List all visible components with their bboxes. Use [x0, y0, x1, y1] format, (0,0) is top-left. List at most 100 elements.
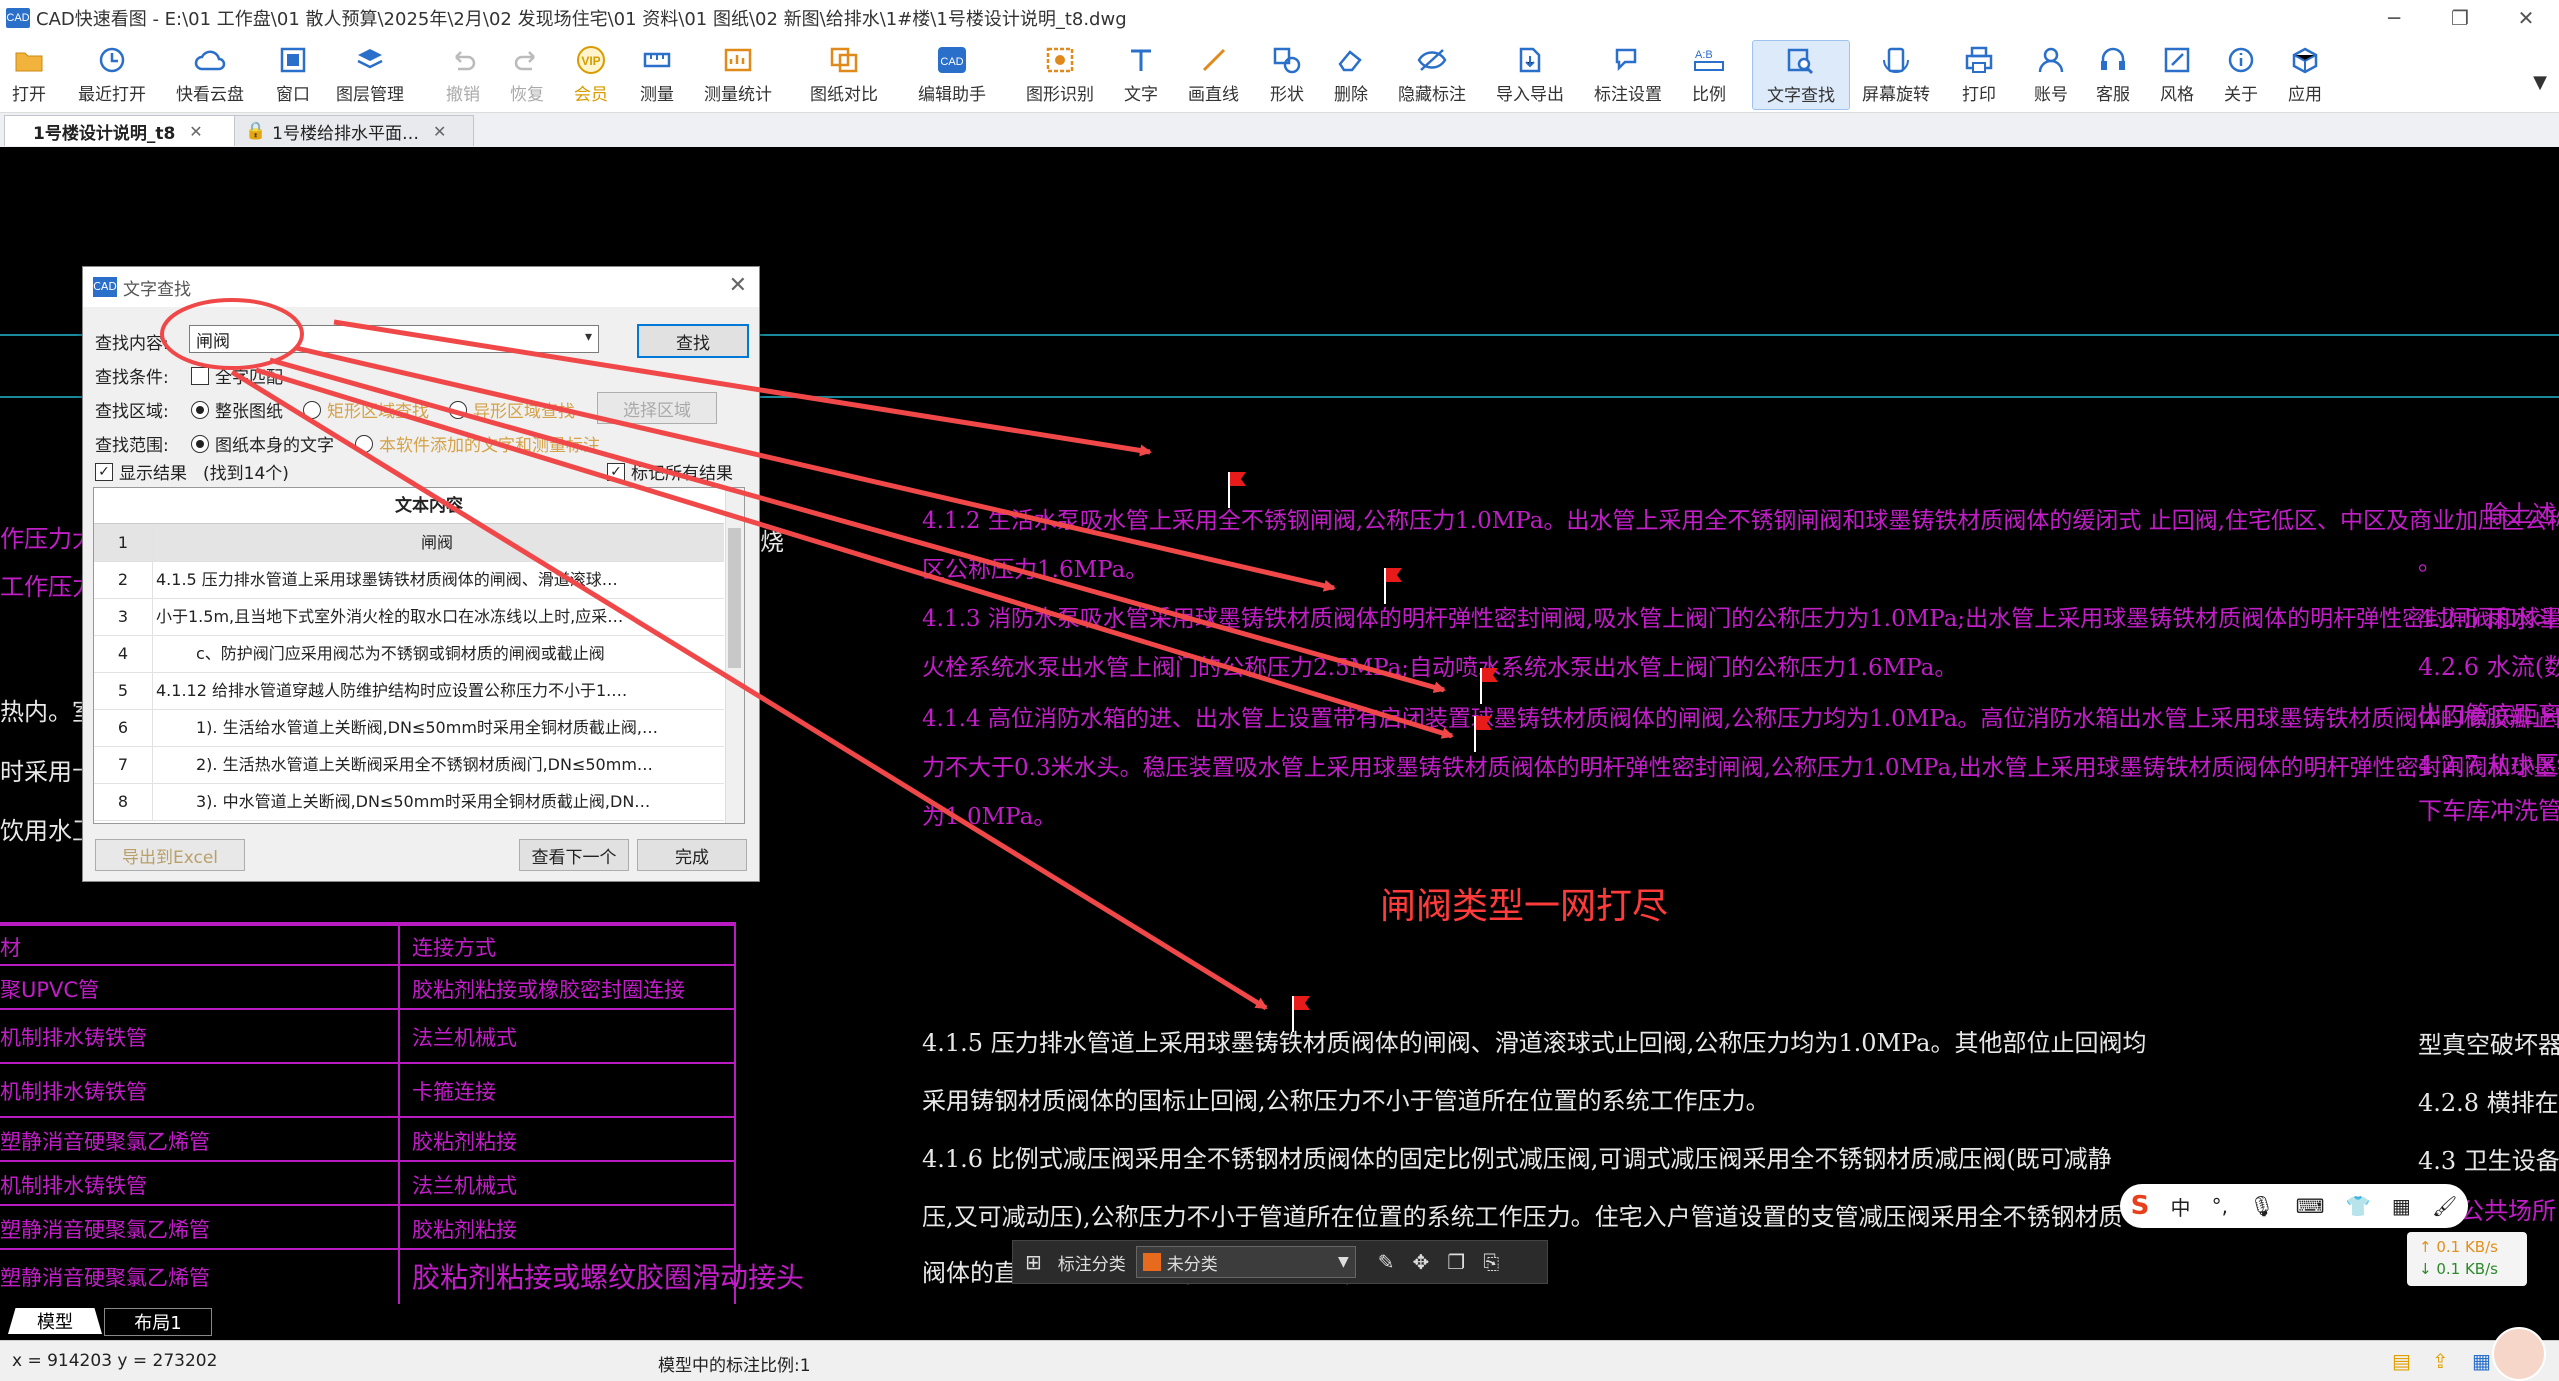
punctuation-icon[interactable]: °,: [2212, 1194, 2228, 1218]
layer-manager-button[interactable]: 图层管理: [336, 40, 404, 108]
results-scrollbar[interactable]: [725, 488, 744, 823]
annotation-settings-button[interactable]: 标注设置: [1594, 40, 1662, 108]
chevron-down-icon[interactable]: ▾: [585, 329, 592, 345]
copy-icon[interactable]: ❐: [1447, 1250, 1465, 1274]
find-button[interactable]: 查找: [637, 324, 749, 358]
category-select[interactable]: 未分类 ▼: [1135, 1246, 1356, 1278]
result-flag-icon[interactable]: [1226, 470, 1248, 510]
draw-line-button[interactable]: 画直线: [1188, 40, 1239, 108]
shape-button[interactable]: 形状: [1270, 40, 1304, 108]
show-results-checkbox[interactable]: ✓ 显示结果 (找到14个): [95, 459, 289, 484]
table-row[interactable]: 8 3). 中水管道上关断阀,DN≤50mm时采用全铜材质截止阀,DN…: [94, 783, 724, 821]
table-row[interactable]: 3 小于1.5m,且当地下式室外消火栓的取水口在冰冻线以上时,应采…: [94, 598, 724, 636]
keyboard-icon[interactable]: ⌨: [2296, 1194, 2325, 1218]
full-match-checkbox[interactable]: 全字匹配: [191, 363, 283, 388]
annotation-text: 闸阀类型一网打尽: [1380, 886, 1669, 927]
move-icon[interactable]: ✥: [1413, 1250, 1430, 1274]
table-row[interactable]: 1 闸阀: [94, 524, 724, 562]
edit-assistant-button[interactable]: CAD 编辑助手: [918, 40, 986, 108]
dialog-titlebar[interactable]: CAD 文字查找 ✕: [83, 267, 759, 307]
tab-model[interactable]: 模型: [8, 1308, 102, 1334]
area-irregular-radio[interactable]: 异形区域查找: [449, 397, 575, 422]
maximize-icon[interactable]: ❐: [2427, 0, 2493, 36]
close-icon[interactable]: ✕: [729, 273, 747, 298]
style-button[interactable]: 风格: [2160, 40, 2194, 108]
tab-close-icon[interactable]: ✕: [433, 122, 446, 141]
select-area-button[interactable]: 选择区域: [597, 392, 717, 424]
import-export-button[interactable]: 导入导出: [1496, 40, 1564, 108]
table-row[interactable]: 7 2). 生活热水管道上关断阀采用全不锈钢材质阀门,DN≤50mm…: [94, 746, 724, 784]
annotation-category-bar: ⊞ 标注分类 未分类 ▼ ✎ ✥ ❐ ⎘: [1012, 1240, 1548, 1284]
minimize-icon[interactable]: ─: [2361, 0, 2427, 36]
grid-toggle-icon[interactable]: ▦: [2472, 1349, 2491, 1373]
tab-layout1[interactable]: 布局1: [104, 1308, 212, 1336]
scope-drawing-radio[interactable]: 图纸本身的文字: [191, 431, 334, 456]
tab-close-icon[interactable]: ✕: [189, 122, 202, 141]
vip-button[interactable]: VIP 会员: [574, 40, 608, 108]
text-button[interactable]: 文字: [1124, 40, 1158, 108]
measure-icon: [640, 44, 674, 76]
apps-button[interactable]: 应用: [2288, 40, 2322, 108]
hide-annotation-button[interactable]: 隐藏标注: [1398, 40, 1466, 108]
text-search-dialog: CAD 文字查找 ✕ 查找内容: 闸阀 ▾ 查找 查找条件: 全字匹配 查找区域…: [82, 266, 760, 882]
close-icon[interactable]: ✕: [2493, 0, 2559, 36]
drawing-text: 4.2.6 水流(数: [2418, 653, 2559, 681]
shape-icon: [1270, 44, 1304, 76]
recent-button[interactable]: 最近打开: [78, 40, 146, 108]
area-rect-radio[interactable]: 矩形区域查找: [303, 397, 429, 422]
cloud-button[interactable]: 快看云盘: [176, 40, 244, 108]
delete-button[interactable]: 删除: [1334, 40, 1368, 108]
sogou-logo-icon[interactable]: S: [2131, 1191, 2150, 1221]
ime-mode[interactable]: 中: [2170, 1192, 2190, 1221]
brush-icon[interactable]: 🖌: [2432, 1194, 2457, 1218]
toolbar-overflow-icon[interactable]: ▼: [2533, 72, 2547, 93]
tab-design-notes[interactable]: 1号楼设计说明_t8 ✕: [4, 115, 238, 146]
annotation-scale: 模型中的标注比例:1: [658, 1356, 811, 1376]
result-flag-icon[interactable]: [1478, 666, 1500, 706]
rotate-screen-icon: [1879, 44, 1913, 76]
table-row[interactable]: 2 4.1.5 压力排水管道上采用球墨铸铁材质阀体的闸阀、滑道滚球…: [94, 561, 724, 599]
export-excel-button[interactable]: 导出到Excel: [95, 839, 245, 871]
redo-button[interactable]: 恢复: [510, 40, 544, 108]
export-icon[interactable]: ⇪: [2432, 1349, 2449, 1373]
results-grid[interactable]: 文本内容 1 闸阀 2 4.1.5 压力排水管道上采用球墨铸铁材质阀体的闸阀、滑道滚…: [93, 487, 745, 824]
next-result-button[interactable]: 查看下一个: [519, 839, 629, 871]
shape-recognize-button[interactable]: 图形识别: [1026, 40, 1094, 108]
open-button[interactable]: 打开: [12, 40, 46, 108]
about-button[interactable]: 关于: [2224, 40, 2258, 108]
table-row: 聚UPVC管 胶粘剂粘接或橡胶密封圈连接: [0, 964, 736, 1010]
table-row[interactable]: 4 c、防护阀门应采用阀芯为不锈钢或铜材质的闸阀或截止阀: [94, 635, 724, 673]
scale-button[interactable]: A:B 比例: [1692, 40, 1726, 108]
search-input[interactable]: 闸阀 ▾: [189, 325, 599, 353]
avatar[interactable]: [2492, 1327, 2546, 1381]
scope-added-radio[interactable]: 本软件添加的文字和测量标注: [355, 431, 600, 456]
result-flag-icon[interactable]: [1382, 566, 1404, 606]
window-button[interactable]: 窗口: [276, 40, 310, 108]
area-whole-radio[interactable]: 整张图纸: [191, 397, 283, 422]
support-button[interactable]: 客服: [2096, 40, 2130, 108]
result-flag-icon[interactable]: [1290, 994, 1312, 1034]
microphone-icon[interactable]: 🎙: [2249, 1194, 2274, 1218]
table-row[interactable]: 5 4.1.12 给排水管道穿越人防维护结构时应设置公称压力不小于1.…: [94, 672, 724, 710]
text-search-button[interactable]: 文字查找: [1752, 40, 1850, 110]
undo-button[interactable]: 撤销: [446, 40, 480, 108]
skin-icon[interactable]: 👕: [2346, 1194, 2371, 1218]
drawing-text: 4.3 卫生设备: [2418, 1147, 2559, 1175]
lock-icon: 🔒: [245, 121, 267, 141]
toolbox-icon[interactable]: ▦: [2392, 1194, 2411, 1218]
measure-stats-button[interactable]: 测量统计: [704, 40, 772, 108]
done-button[interactable]: 完成: [637, 839, 747, 871]
rotate-screen-button[interactable]: 屏幕旋转: [1862, 40, 1930, 108]
grid-icon[interactable]: ⊞: [1025, 1250, 1042, 1274]
edit-icon[interactable]: ✎: [1378, 1250, 1395, 1274]
account-button[interactable]: 账号: [2034, 40, 2068, 108]
tab-plumbing-plan[interactable]: 🔒 1号楼给排水平面… ✕: [234, 115, 474, 146]
file-icon[interactable]: ▤: [2392, 1349, 2411, 1373]
mark-all-checkbox[interactable]: ✓ 标记所有结果: [607, 459, 733, 484]
measure-button[interactable]: 测量: [640, 40, 674, 108]
paste-icon[interactable]: ⎘: [1483, 1250, 1499, 1274]
table-row[interactable]: 6 1). 生活给水管道上关断阀,DN≤50mm时采用全铜材质截止阀,…: [94, 709, 724, 747]
print-button[interactable]: 打印: [1962, 40, 1996, 108]
compare-button[interactable]: 图纸对比: [810, 40, 878, 108]
result-flag-icon[interactable]: [1472, 714, 1494, 754]
